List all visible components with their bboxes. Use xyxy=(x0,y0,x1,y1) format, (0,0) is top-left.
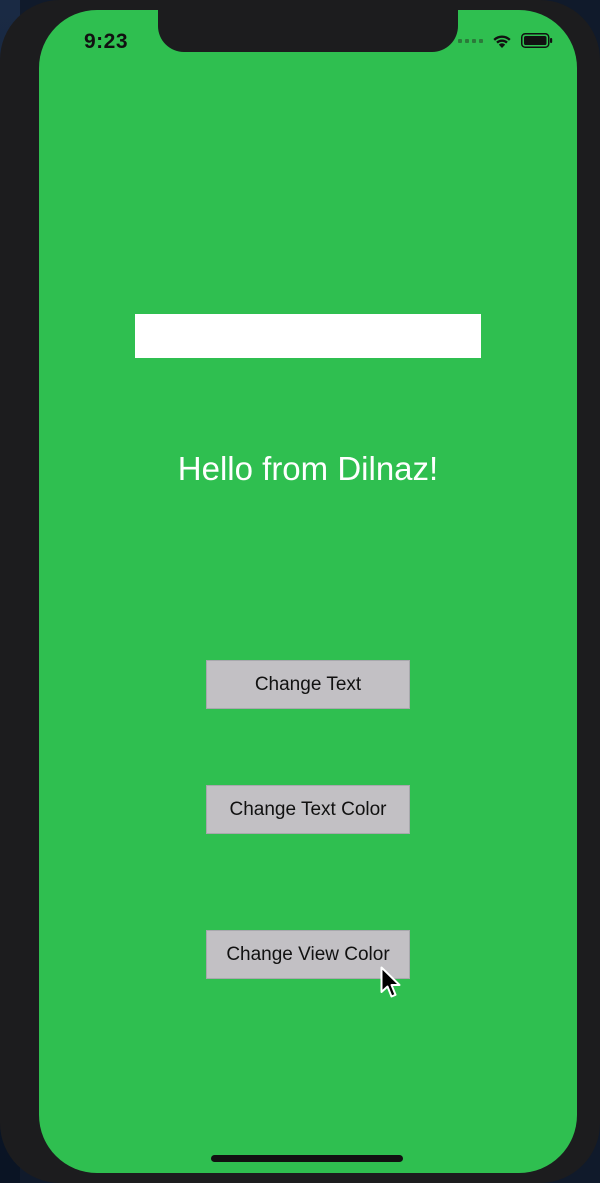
change-text-button[interactable]: Change Text xyxy=(206,660,410,709)
greeting-label: Hello from Dilnaz! xyxy=(177,450,439,487)
wifi-icon xyxy=(493,35,511,48)
status-time: 9:23 xyxy=(84,30,129,53)
battery-icon xyxy=(521,33,553,48)
home-indicator[interactable] xyxy=(211,1155,403,1162)
device-notch xyxy=(158,10,458,52)
app-screen: 9:23 Hello from Dilnaz! Change Text Chan… xyxy=(39,10,577,1173)
status-icons xyxy=(458,32,553,49)
cellular-signal-icon xyxy=(458,38,483,43)
mouse-pointer-icon xyxy=(380,966,401,998)
change-text-color-button[interactable]: Change Text Color xyxy=(206,785,410,834)
phone-frame: 9:23 Hello from Dilnaz! Change Text Chan… xyxy=(0,0,600,1183)
text-input-field[interactable] xyxy=(135,314,481,358)
